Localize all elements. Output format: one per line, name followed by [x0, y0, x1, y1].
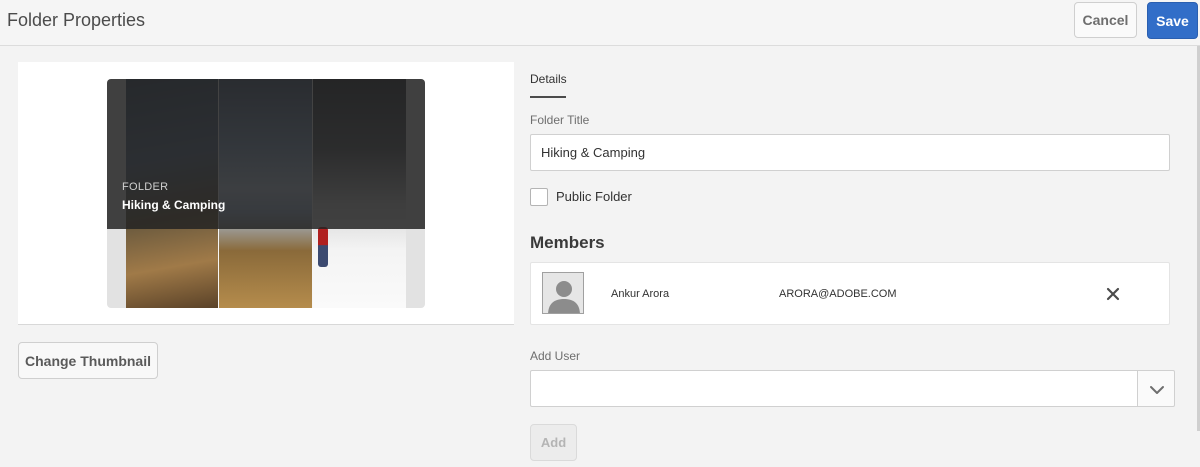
thumbnail-folder-name: Hiking & Camping	[122, 198, 226, 212]
add-user-input[interactable]	[530, 370, 1138, 407]
hiker-figure	[318, 227, 328, 267]
public-folder-label: Public Folder	[556, 189, 632, 204]
add-user-dropdown-button[interactable]	[1137, 370, 1175, 407]
folder-title-input[interactable]	[530, 134, 1170, 171]
change-thumbnail-button[interactable]: Change Thumbnail	[18, 342, 158, 379]
tab-details[interactable]: Details	[530, 72, 567, 98]
thumbnail-kind-label: FOLDER	[122, 181, 169, 193]
close-icon[interactable]	[1106, 287, 1120, 301]
members-heading: Members	[530, 233, 605, 252]
add-user-label: Add User	[530, 349, 581, 363]
cancel-button[interactable]: Cancel	[1074, 2, 1137, 38]
public-folder-checkbox[interactable]	[530, 188, 548, 206]
member-email: ARORA@ADOBE.COM	[779, 288, 897, 300]
save-button[interactable]: Save	[1147, 2, 1198, 39]
folder-title-label: Folder Title	[530, 113, 590, 127]
add-button[interactable]: Add	[530, 424, 577, 461]
header-bar: Folder Properties Cancel Save	[0, 0, 1200, 46]
member-name: Ankur Arora	[611, 288, 670, 300]
folder-thumbnail: FOLDER Hiking & Camping	[107, 79, 425, 308]
user-avatar-icon	[542, 272, 584, 314]
page-title: Folder Properties	[7, 10, 146, 30]
member-row: Ankur Arora ARORA@ADOBE.COM	[530, 262, 1170, 325]
thumbnail-card: FOLDER Hiking & Camping	[18, 62, 514, 325]
chevron-down-icon	[1150, 386, 1164, 394]
